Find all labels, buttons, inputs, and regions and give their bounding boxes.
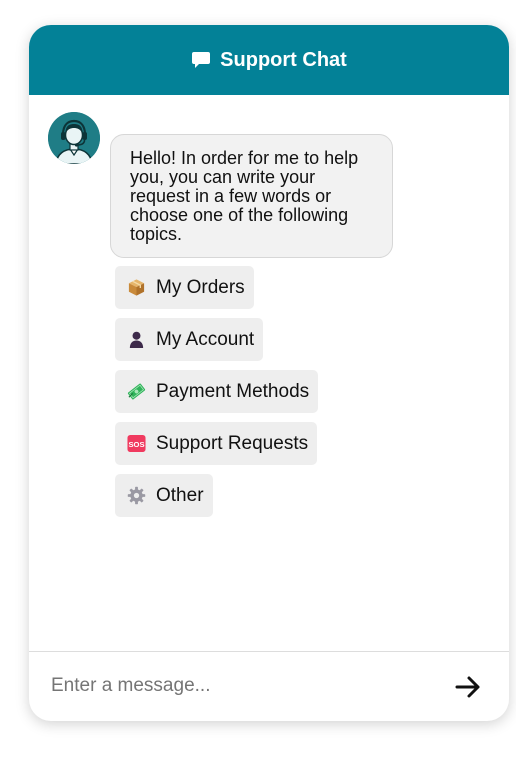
topic-other[interactable]: Other xyxy=(115,474,213,517)
topic-my-orders[interactable]: My Orders xyxy=(115,266,254,309)
composer-divider xyxy=(29,651,509,652)
support-agent-avatar xyxy=(48,112,100,164)
arrow-right-icon xyxy=(455,676,480,698)
topic-label: Support Requests xyxy=(156,432,309,454)
agent-greeting-bubble: Hello! In order for me to help you, you … xyxy=(110,134,393,258)
topic-list: My Orders My Account Payment Methods SOS… xyxy=(115,266,319,526)
topic-label: My Orders xyxy=(156,276,245,298)
chat-window: Support Chat Hello! In order for me to h… xyxy=(29,25,509,721)
support-agent-headset-icon xyxy=(48,112,100,164)
svg-text:SOS: SOS xyxy=(128,440,144,449)
topic-label: Other xyxy=(156,484,204,506)
money-icon xyxy=(127,382,146,401)
send-button[interactable] xyxy=(451,670,485,704)
topic-label: Payment Methods xyxy=(156,380,310,402)
topic-my-account[interactable]: My Account xyxy=(115,318,264,361)
user-silhouette-icon xyxy=(127,330,146,349)
gear-icon xyxy=(127,486,146,505)
sos-icon: SOS xyxy=(127,434,146,453)
chat-bubble-icon xyxy=(191,50,211,70)
chat-title: Support Chat xyxy=(220,48,347,71)
topic-payment-methods[interactable]: Payment Methods xyxy=(115,370,319,413)
topic-support-requests[interactable]: SOS Support Requests xyxy=(115,422,318,465)
chat-header: Support Chat xyxy=(29,25,509,95)
message-input[interactable] xyxy=(51,670,431,702)
topic-label: My Account xyxy=(156,328,255,350)
package-icon xyxy=(127,278,146,297)
